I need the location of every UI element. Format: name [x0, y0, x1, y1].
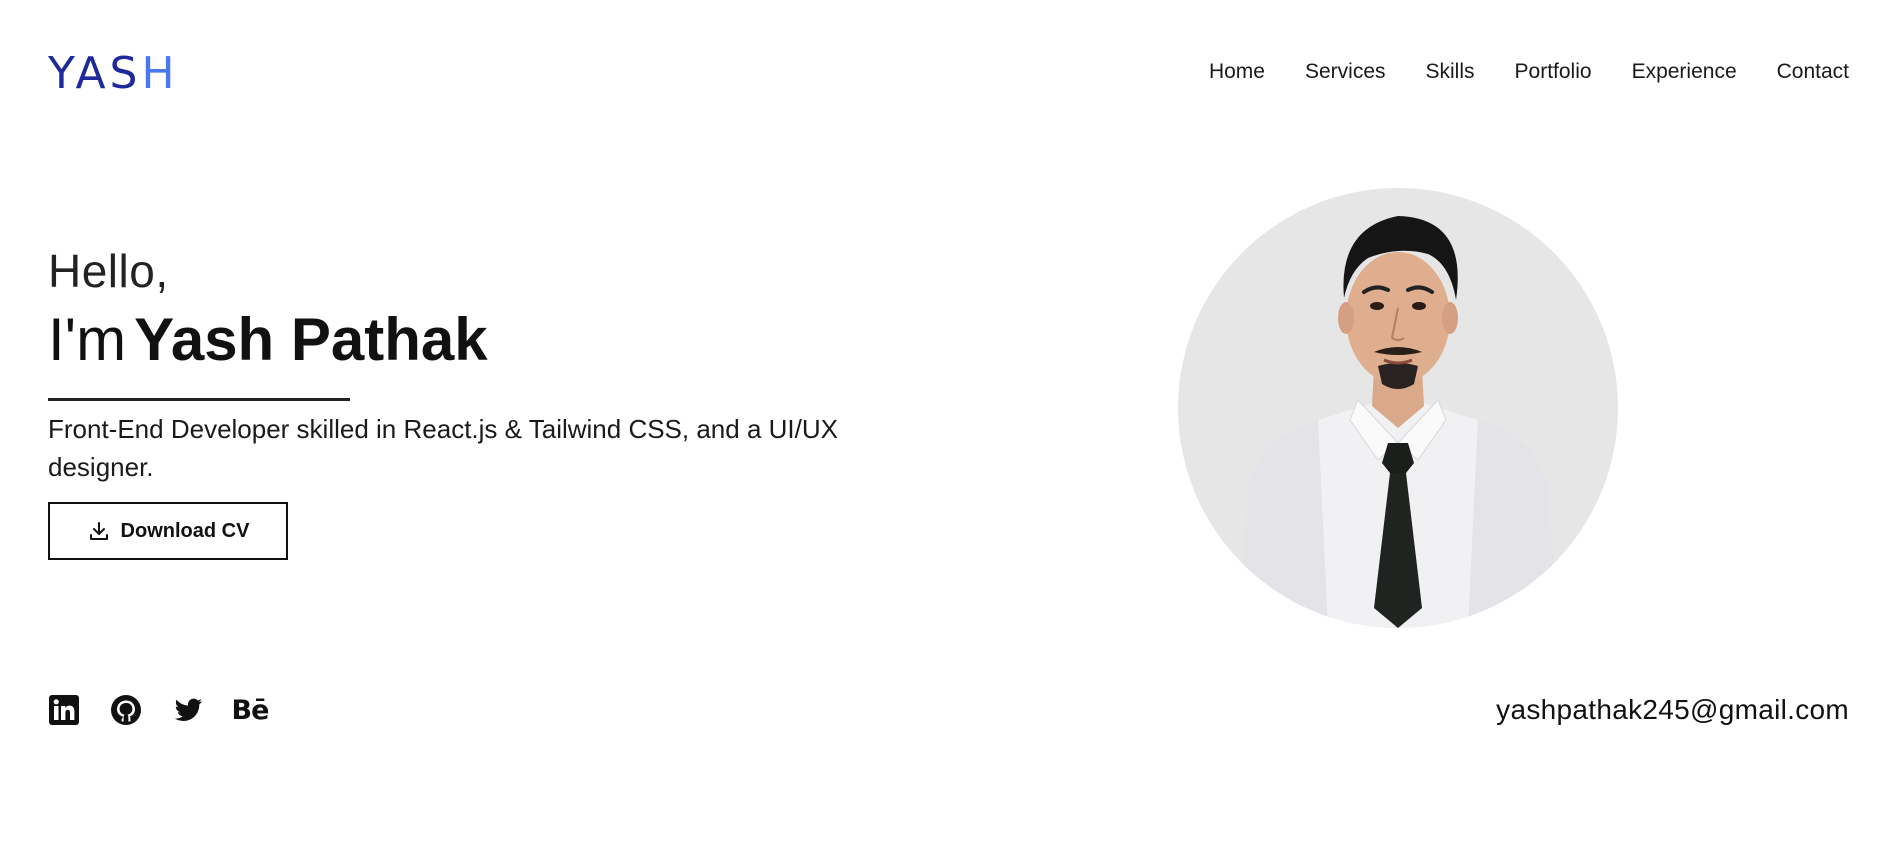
logo-text-accent: H [141, 48, 179, 99]
nav-home[interactable]: Home [1209, 60, 1265, 84]
hero-greeting: Hello, [48, 245, 169, 297]
nav-contact[interactable]: Contact [1777, 60, 1849, 84]
hero-heading: I'm Yash Pathak [48, 310, 488, 370]
hero-name: Yash Pathak [134, 306, 488, 373]
nav-portfolio[interactable]: Portfolio [1515, 60, 1592, 84]
download-icon [89, 522, 108, 540]
nav-experience[interactable]: Experience [1632, 60, 1737, 84]
twitter-icon[interactable] [172, 694, 204, 726]
hero-im: I'm [48, 306, 127, 373]
contact-email[interactable]: yashpathak245@gmail.com [1496, 694, 1849, 726]
portfolio-page: YAS H Home Services Skills Portfolio Expe… [0, 0, 1892, 857]
logo-text-primary: YAS [48, 48, 142, 99]
behance-icon[interactable]: Bē [232, 694, 270, 726]
download-cv-button[interactable]: Download CV [48, 502, 288, 560]
profile-photo [1178, 188, 1618, 628]
nav-skills[interactable]: Skills [1426, 60, 1475, 84]
main-nav: Home Services Skills Portfolio Experienc… [1209, 60, 1849, 84]
nav-services[interactable]: Services [1305, 60, 1386, 84]
download-cv-label: Download CV [120, 519, 250, 542]
linkedin-icon[interactable] [48, 694, 80, 726]
github-icon[interactable] [110, 694, 142, 726]
hero-divider [48, 398, 350, 401]
logo[interactable]: YAS H [48, 52, 179, 96]
social-links: Bē [48, 694, 270, 726]
hero-tagline: Front-End Developer skilled in React.js … [48, 414, 838, 482]
